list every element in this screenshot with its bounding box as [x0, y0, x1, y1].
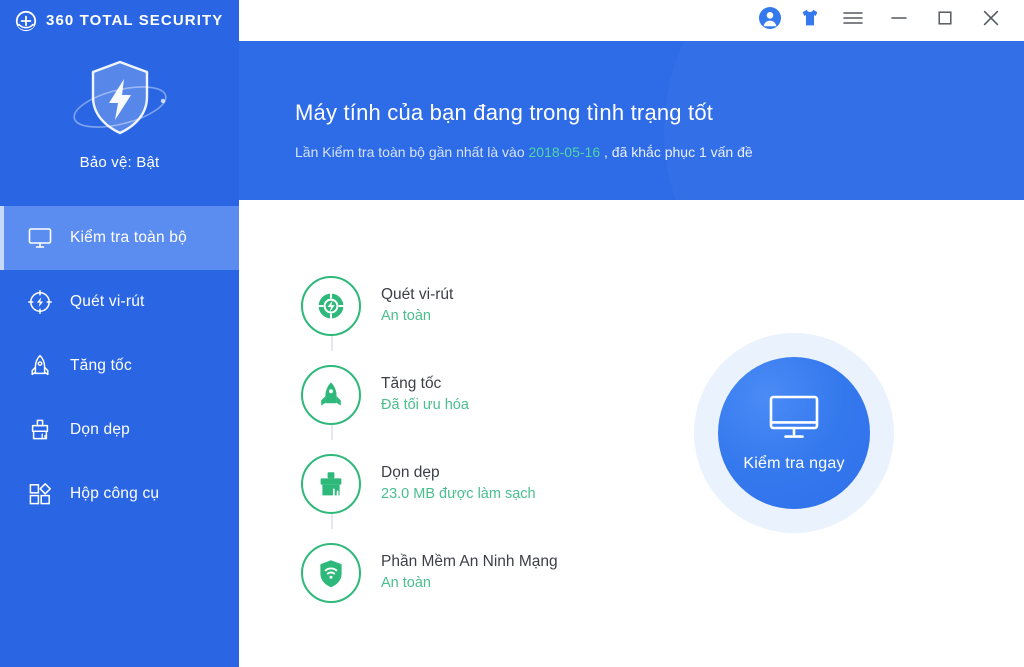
status-value: 23.0 MB được làm sạch: [381, 484, 536, 505]
sidebar-item-label: Hộp công cụ: [70, 485, 159, 503]
banner-subtitle-prefix: Lần Kiểm tra toàn bộ gần nhất là vào: [295, 144, 529, 160]
rocket-icon: [27, 353, 53, 379]
tshirt-icon: [799, 7, 821, 34]
banner-subtitle: Lần Kiểm tra toàn bộ gần nhất là vào 201…: [295, 144, 753, 160]
status-row-virus-scan[interactable]: Quét vi-rút An toàn: [301, 261, 558, 350]
main-content: Quét vi-rút An toàn Tăng tố: [239, 200, 1024, 667]
status-name: Dọn dẹp: [381, 462, 536, 484]
status-text: Dọn dẹp 23.0 MB được làm sạch: [381, 462, 536, 505]
sidebar-nav: Kiểm tra toàn bộ Quét vi-rút: [0, 206, 239, 526]
user-avatar-icon: [758, 6, 782, 35]
account-button[interactable]: [750, 0, 790, 41]
sidebar-item-toolbox[interactable]: Hộp công cụ: [0, 462, 239, 526]
status-badge: [301, 276, 361, 336]
maximize-icon: [937, 10, 953, 31]
status-name: Phần Mềm An Ninh Mạng: [381, 551, 558, 573]
scan-button-area: Kiểm tra ngay: [694, 333, 894, 533]
status-badge: [301, 543, 361, 603]
maximize-button[interactable]: [922, 0, 968, 41]
window-controls: [750, 0, 1024, 41]
status-row-network-security[interactable]: Phần Mềm An Ninh Mạng An toàn: [301, 528, 558, 617]
status-badge: [301, 454, 361, 514]
status-value: An toàn: [381, 573, 558, 594]
sidebar: Bảo vệ: Bật Kiểm tra toàn bộ: [0, 41, 239, 667]
banner-title: Máy tính của bạn đang trong tình trạng t…: [295, 100, 713, 126]
menu-button[interactable]: [830, 0, 876, 41]
close-icon: [982, 9, 1000, 32]
last-scan-date: 2018-05-16: [529, 144, 601, 160]
hamburger-menu-icon: [843, 11, 863, 30]
monitor-icon: [27, 225, 53, 251]
sidebar-item-label: Quét vi-rút: [70, 293, 145, 311]
virus-scan-target-icon: [314, 289, 348, 323]
sidebar-item-label: Tăng tốc: [70, 357, 132, 375]
brush-icon: [27, 417, 53, 443]
status-text: Quét vi-rút An toàn: [381, 284, 453, 327]
status-list: Quét vi-rút An toàn Tăng tố: [301, 261, 558, 617]
status-text: Tăng tốc Đã tối ưu hóa: [381, 373, 469, 416]
sidebar-item-speedup[interactable]: Tăng tốc: [0, 334, 239, 398]
status-row-speedup[interactable]: Tăng tốc Đã tối ưu hóa: [301, 350, 558, 439]
sidebar-item-full-check[interactable]: Kiểm tra toàn bộ: [0, 206, 239, 270]
toolbox-blocks-icon: [27, 481, 53, 507]
status-badge: [301, 365, 361, 425]
protection-status-label: Bảo vệ: Bật: [80, 154, 160, 171]
protection-status-area: Bảo vệ: Bật: [0, 41, 239, 201]
scan-now-button[interactable]: Kiểm tra ngay: [718, 357, 870, 509]
status-text: Phần Mềm An Ninh Mạng An toàn: [381, 551, 558, 594]
app-window: 360 TOTAL SECURITY: [0, 0, 1024, 667]
title-bar-drag-region[interactable]: [239, 0, 750, 41]
monitor-icon: [768, 394, 820, 445]
status-value: Đã tối ưu hóa: [381, 395, 469, 416]
sidebar-item-label: Dọn dẹp: [70, 421, 130, 439]
360-plus-circle-icon: [15, 10, 37, 32]
brand-title: 360 TOTAL SECURITY: [46, 12, 223, 29]
virus-scan-target-icon: [27, 289, 53, 315]
status-name: Quét vi-rút: [381, 284, 453, 306]
status-name: Tăng tốc: [381, 373, 469, 395]
scan-now-label: Kiểm tra ngay: [743, 455, 844, 473]
skin-button[interactable]: [790, 0, 830, 41]
status-value: An toàn: [381, 306, 453, 327]
rocket-icon: [314, 378, 348, 412]
sidebar-item-label: Kiểm tra toàn bộ: [70, 229, 187, 247]
shield-wifi-icon: [314, 556, 348, 590]
title-bar: 360 TOTAL SECURITY: [0, 0, 1024, 41]
sidebar-item-virus-scan[interactable]: Quét vi-rút: [0, 270, 239, 334]
brush-icon: [314, 467, 348, 501]
sidebar-item-cleanup[interactable]: Dọn dẹp: [0, 398, 239, 462]
status-row-cleanup[interactable]: Dọn dẹp 23.0 MB được làm sạch: [301, 439, 558, 528]
shield-bolt-orbit-icon: [65, 53, 175, 145]
minimize-button[interactable]: [876, 0, 922, 41]
status-banner: Máy tính của bạn đang trong tình trạng t…: [239, 41, 1024, 200]
banner-subtitle-suffix: , đã khắc phục 1 vấn đề: [600, 144, 753, 160]
minimize-icon: [890, 11, 908, 30]
close-button[interactable]: [968, 0, 1014, 41]
brand-area: 360 TOTAL SECURITY: [0, 0, 239, 41]
